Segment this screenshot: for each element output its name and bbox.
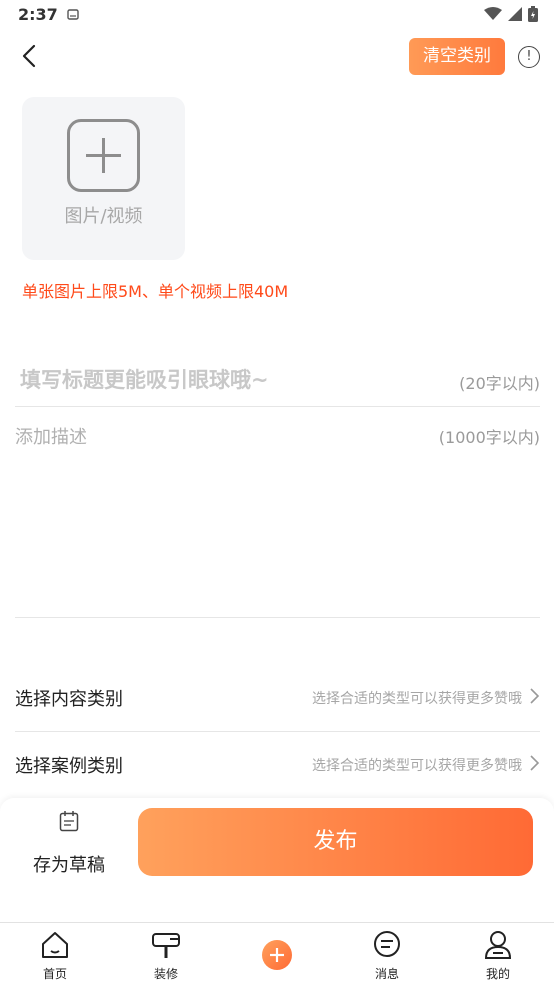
profile-icon — [484, 931, 512, 959]
tab-label: 消息 — [374, 967, 399, 981]
tab-add-button[interactable] — [262, 940, 292, 970]
tab-label: 装修 — [153, 967, 178, 981]
status-time: 2:37 — [18, 5, 58, 24]
tab-renovation[interactable]: 装修 — [126, 927, 206, 983]
tab-messages[interactable]: 消息 — [347, 927, 427, 983]
notification-icon — [66, 7, 80, 26]
status-bar: 2:37 — [0, 0, 554, 30]
tab-label: 我的 — [485, 967, 510, 981]
title-input[interactable]: 填写标题更能吸引眼球哦~ — [20, 364, 269, 394]
back-button[interactable] — [16, 42, 44, 70]
case-category-row[interactable]: 选择案例类别 选择合适的类型可以获得更多赞哦 — [15, 732, 540, 798]
divider — [15, 617, 540, 618]
chevron-right-icon — [530, 688, 540, 704]
description-char-limit: (1000字以内) — [438, 428, 540, 447]
divider — [15, 406, 540, 407]
clear-category-button[interactable]: 清空类别 — [409, 38, 505, 75]
title-char-limit: (20字以内) — [459, 374, 540, 393]
upload-limit-note: 单张图片上限5M、单个视频上限40M — [22, 282, 289, 301]
home-icon — [42, 932, 68, 958]
media-upload-box[interactable]: 图片/视频 — [22, 97, 185, 260]
chevron-right-icon — [530, 755, 540, 771]
tab-home[interactable]: 首页 — [15, 927, 95, 983]
chevron-left-icon — [22, 44, 36, 68]
row-hint: 选择合适的类型可以获得更多赞哦 — [312, 691, 522, 707]
row-hint: 选择合适的类型可以获得更多赞哦 — [312, 758, 522, 774]
tab-profile[interactable]: 我的 — [458, 927, 538, 983]
wifi-icon — [484, 7, 502, 20]
tab-label: 首页 — [42, 967, 67, 981]
add-icon — [270, 948, 284, 962]
row-label: 选择案例类别 — [15, 756, 123, 777]
save-draft-label: 存为草稿 — [33, 855, 105, 876]
content-category-row[interactable]: 选择内容类别 选择合适的类型可以获得更多赞哦 — [15, 665, 540, 731]
action-bar: 存为草稿 发布 — [0, 798, 554, 922]
row-label: 选择内容类别 — [15, 689, 123, 710]
message-icon — [374, 931, 400, 957]
info-icon[interactable]: ! — [518, 46, 540, 68]
battery-icon — [528, 6, 538, 22]
description-input[interactable]: 添加描述 — [15, 423, 87, 449]
calendar-icon — [59, 811, 79, 832]
upload-label: 图片/视频 — [64, 206, 143, 227]
renovation-icon — [152, 933, 180, 958]
save-draft-button[interactable]: 存为草稿 — [22, 806, 116, 876]
add-media-icon — [67, 119, 140, 192]
publish-button[interactable]: 发布 — [138, 808, 533, 876]
signal-icon — [508, 7, 522, 21]
status-icons — [484, 6, 538, 22]
